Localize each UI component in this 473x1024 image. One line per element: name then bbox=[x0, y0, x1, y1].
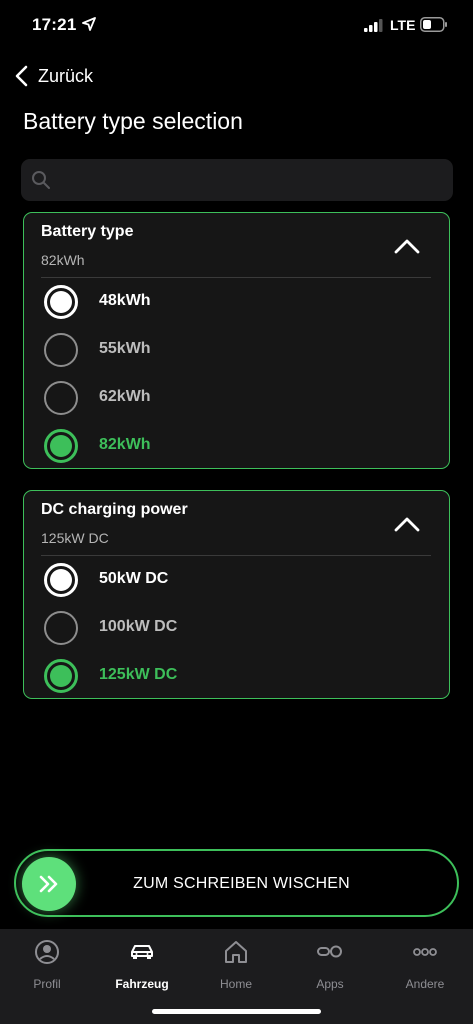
apps-icon bbox=[317, 945, 342, 958]
swipe-handle[interactable] bbox=[22, 857, 76, 911]
status-time: 17:21 bbox=[32, 15, 77, 34]
tab-apps[interactable]: Apps bbox=[290, 937, 370, 993]
option-55kwh[interactable]: 55kWh bbox=[41, 328, 431, 372]
radio-button[interactable] bbox=[44, 333, 78, 367]
tab-andere[interactable]: Andere bbox=[385, 937, 465, 993]
swipe-label: ZUM SCHREIBEN WISCHEN bbox=[133, 875, 350, 892]
tab-label: Home bbox=[219, 977, 252, 991]
dc-charging-card: DC charging power 125kW DC 50kW DC 100kW… bbox=[23, 490, 450, 699]
radio-button[interactable] bbox=[44, 611, 78, 645]
option-label: 125kW DC bbox=[99, 666, 178, 683]
radio-button[interactable] bbox=[44, 563, 78, 597]
swipe-to-write-slider[interactable]: ZUM SCHREIBEN WISCHEN bbox=[14, 849, 459, 917]
double-chevron-right-icon bbox=[39, 875, 58, 893]
signal-icon bbox=[364, 19, 383, 32]
location-arrow-icon bbox=[82, 17, 96, 31]
option-label: 62kWh bbox=[99, 388, 151, 405]
chevron-up-icon[interactable] bbox=[394, 238, 420, 254]
card-subtitle: 82kWh bbox=[41, 252, 85, 268]
battery-type-header[interactable]: Battery type 82kWh bbox=[24, 213, 449, 277]
option-label: 100kW DC bbox=[99, 618, 178, 635]
radio-button[interactable] bbox=[44, 285, 78, 319]
option-label: 55kWh bbox=[99, 340, 151, 357]
search-input[interactable] bbox=[59, 159, 447, 201]
tab-home[interactable]: Home bbox=[196, 937, 276, 993]
home-icon bbox=[225, 941, 247, 963]
option-label: 48kWh bbox=[99, 292, 151, 309]
page-title: Battery type selection bbox=[23, 108, 243, 134]
dc-charging-header[interactable]: DC charging power 125kW DC bbox=[24, 491, 449, 555]
battery-icon bbox=[420, 17, 447, 32]
battery-type-card: Battery type 82kWh 48kWh 55kWh 62kWh 82k… bbox=[23, 212, 450, 469]
tab-fahrzeug[interactable]: Fahrzeug bbox=[102, 937, 182, 993]
option-125kw-dc[interactable]: 125kW DC bbox=[41, 654, 431, 698]
chevron-left-icon bbox=[15, 65, 28, 87]
option-62kwh[interactable]: 62kWh bbox=[41, 376, 431, 420]
option-50kw-dc[interactable]: 50kW DC bbox=[41, 558, 431, 602]
option-label: 50kW DC bbox=[99, 570, 169, 587]
back-label: Zurück bbox=[38, 65, 94, 86]
tab-label: Fahrzeug bbox=[115, 977, 169, 991]
divider bbox=[41, 277, 431, 278]
back-button[interactable]: Zurück bbox=[14, 62, 93, 90]
tab-label: Profil bbox=[33, 977, 61, 991]
card-title: DC charging power bbox=[41, 501, 188, 518]
tab-label: Apps bbox=[316, 977, 344, 991]
radio-button[interactable] bbox=[44, 659, 78, 693]
chevron-up-icon[interactable] bbox=[394, 516, 420, 532]
option-82kwh[interactable]: 82kWh bbox=[41, 424, 431, 468]
radio-button[interactable] bbox=[44, 429, 78, 463]
option-100kw-dc[interactable]: 100kW DC bbox=[41, 606, 431, 650]
home-indicator[interactable] bbox=[152, 1009, 321, 1014]
card-title: Battery type bbox=[41, 223, 134, 240]
tab-label: Andere bbox=[405, 977, 445, 991]
search-field[interactable] bbox=[21, 159, 453, 201]
more-icon bbox=[413, 948, 437, 956]
radio-button[interactable] bbox=[44, 381, 78, 415]
status-bar: 17:21 LTE bbox=[0, 0, 473, 52]
car-icon bbox=[131, 945, 153, 959]
option-48kwh[interactable]: 48kWh bbox=[41, 280, 431, 324]
network-label: LTE bbox=[390, 17, 416, 33]
card-subtitle: 125kW DC bbox=[41, 530, 109, 546]
divider bbox=[41, 555, 431, 556]
option-label: 82kWh bbox=[99, 436, 151, 453]
tab-profil[interactable]: Profil bbox=[7, 937, 87, 993]
person-icon bbox=[35, 940, 59, 964]
search-icon bbox=[32, 171, 50, 189]
